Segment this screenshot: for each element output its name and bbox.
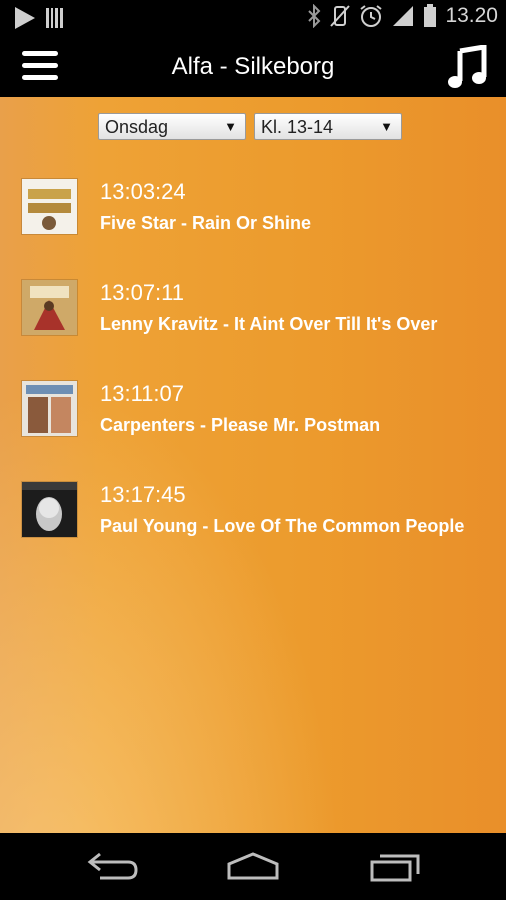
track-time: 13:17:45 (100, 482, 186, 507)
playlist-content: Onsdag ▼ Kl. 13-14 ▼ 13:03:24 Five Star … (0, 97, 506, 833)
bluetooth-icon (308, 4, 321, 28)
dropdown-arrow-icon: ▼ (224, 119, 237, 134)
signal-icon (393, 6, 414, 26)
album-cover (22, 482, 77, 537)
barcode-icon (46, 8, 63, 28)
track-title: Carpenters - Please Mr. Postman (100, 415, 381, 435)
track-row[interactable]: 13:17:45 Paul Young - Love Of The Common… (0, 480, 506, 581)
filter-bar: Onsdag ▼ Kl. 13-14 ▼ (98, 113, 402, 140)
play-icon (15, 7, 35, 29)
recent-apps-icon[interactable] (366, 850, 426, 884)
track-row[interactable]: 13:03:24 Five Star - Rain Or Shine (0, 177, 506, 278)
alarm-icon (360, 5, 383, 27)
track-title: Lenny Kravitz - It Aint Over Till It's O… (100, 314, 438, 334)
track-row[interactable]: 13:07:11 Lenny Kravitz - It Aint Over Ti… (0, 278, 506, 379)
track-title: Paul Young - Love Of The Common People (100, 516, 465, 536)
day-select[interactable]: Onsdag ▼ (98, 113, 246, 140)
battery-icon (424, 4, 437, 27)
track-time: 13:03:24 (100, 179, 186, 204)
dropdown-arrow-icon: ▼ (380, 119, 393, 134)
navigation-bar (0, 833, 506, 900)
day-select-value: Onsdag (105, 117, 169, 137)
app-title: Alfa - Silkeborg (171, 53, 335, 80)
track-list: 13:03:24 Five Star - Rain Or Shine 13:07… (0, 177, 506, 581)
status-bar: 13.20 (0, 0, 506, 37)
track-row[interactable]: 13:11:07 Carpenters - Please Mr. Postman (0, 379, 506, 480)
hour-select[interactable]: Kl. 13-14 ▼ (254, 113, 402, 140)
app-bar: Alfa - Silkeborg (0, 37, 506, 97)
music-note-icon[interactable] (446, 45, 488, 89)
vibrate-off-icon (330, 5, 351, 27)
album-cover (22, 179, 77, 234)
track-time: 13:11:07 (100, 381, 185, 406)
track-title: Five Star - Rain Or Shine (100, 213, 312, 233)
track-time: 13:07:11 (100, 280, 185, 305)
hour-select-value: Kl. 13-14 (261, 117, 334, 137)
status-time: 13.20 (445, 4, 498, 27)
album-cover (22, 280, 77, 335)
album-cover (22, 381, 77, 436)
back-icon[interactable] (82, 850, 142, 884)
home-icon[interactable] (223, 850, 283, 884)
